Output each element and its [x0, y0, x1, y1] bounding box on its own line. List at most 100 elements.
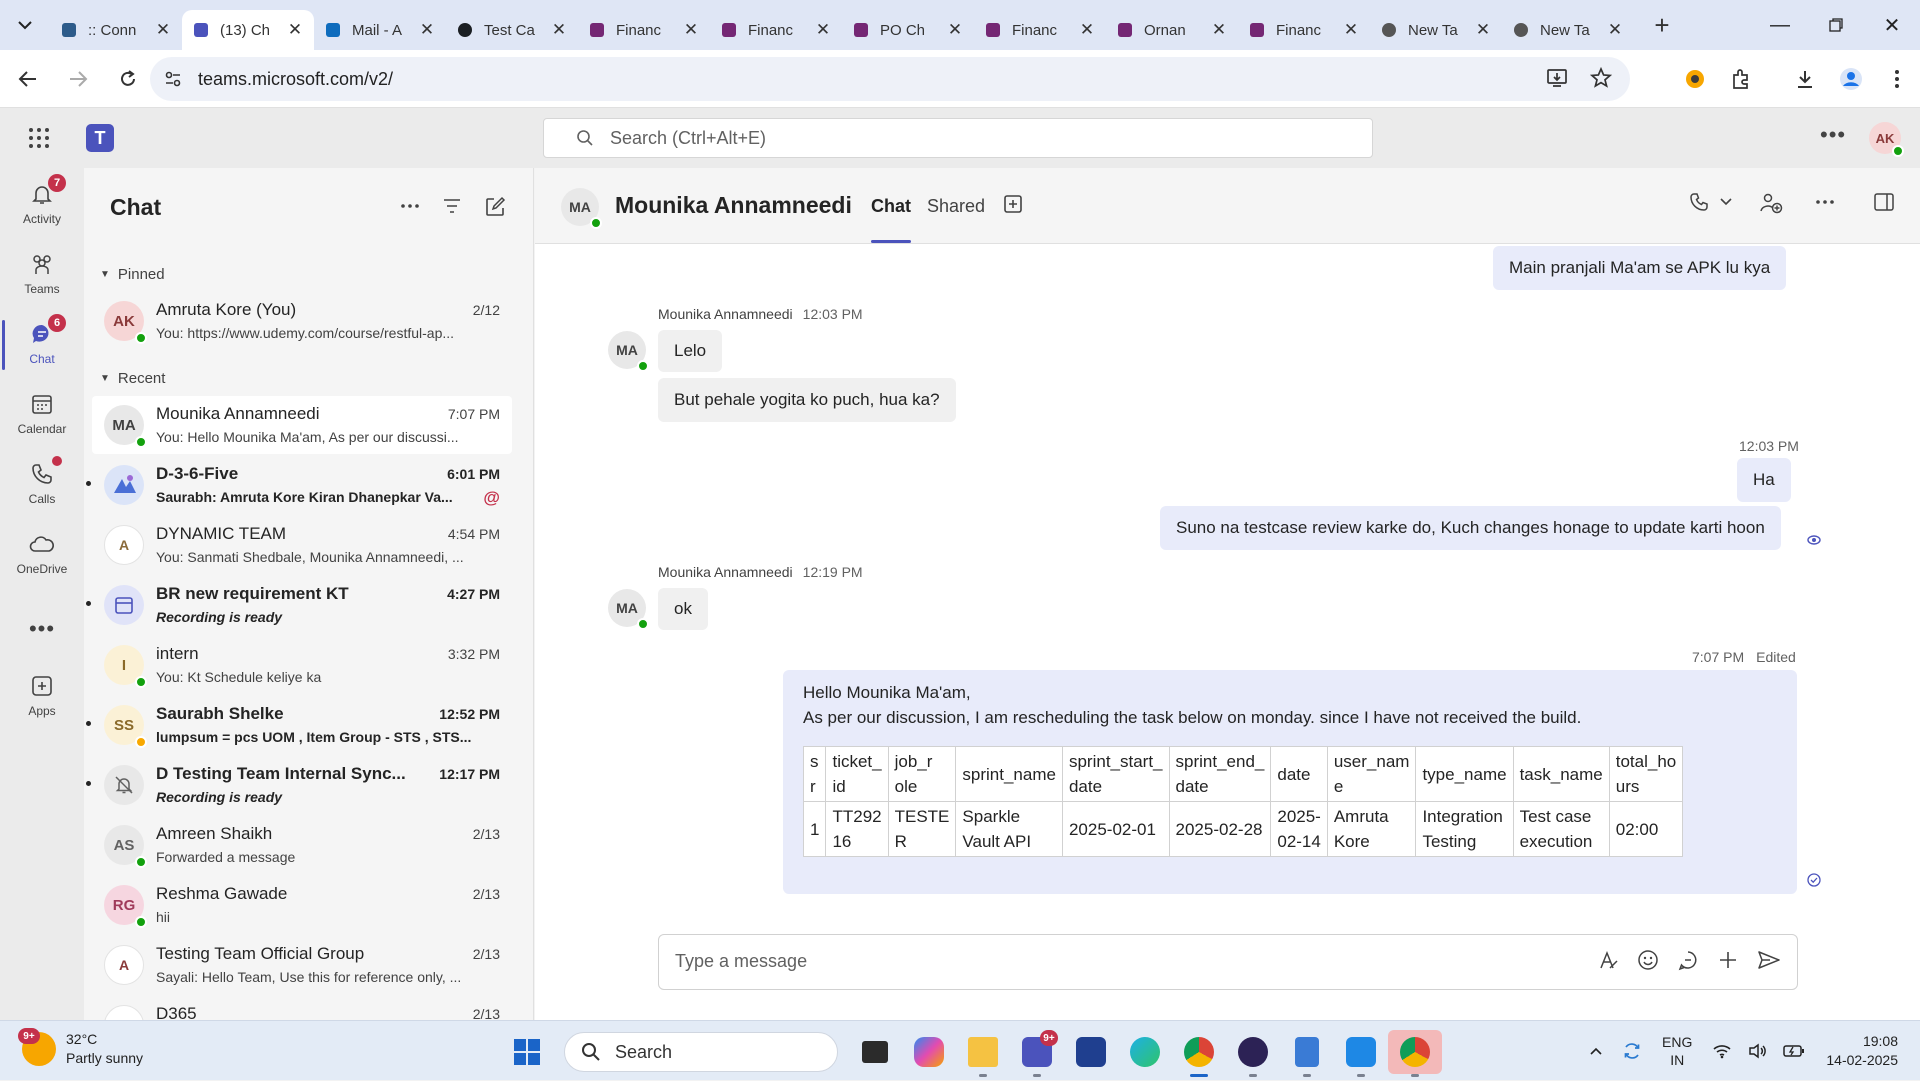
tab-chat[interactable]: Chat [871, 196, 911, 243]
forward-button[interactable] [56, 57, 100, 101]
browser-tab[interactable]: Financ ✕ [710, 10, 842, 50]
language-indicator[interactable]: ENG IN [1662, 1033, 1692, 1069]
close-tab-icon[interactable]: ✕ [1342, 20, 1360, 40]
rail-item-onedrive[interactable]: OneDrive [0, 522, 84, 588]
add-people-button[interactable] [1759, 192, 1783, 214]
rail-item-activity[interactable]: 7 Activity [0, 172, 84, 238]
chat-item-testing-sync[interactable]: D Testing Team Internal Sync... 12:17 PM… [86, 756, 512, 814]
chat-item-d365[interactable]: A D365 2/13 [92, 996, 512, 1020]
copilot-button[interactable] [902, 1030, 956, 1074]
start-button[interactable] [500, 1030, 554, 1074]
sender-avatar[interactable]: MA [608, 331, 649, 372]
pinned-section-header[interactable]: ▼ Pinned [100, 266, 165, 283]
chat-item-d365five[interactable]: D-3-6-Five 6:01 PM Saurabh: Amruta Kore … [86, 456, 512, 514]
browser-tab[interactable]: Ornan ✕ [1106, 10, 1238, 50]
browser-tab[interactable]: (13) Ch ✕ [182, 10, 314, 50]
rail-item-chat[interactable]: 6 Chat [0, 312, 84, 378]
message-outgoing-table[interactable]: Hello Mounika Ma'am, As per our discussi… [783, 670, 1797, 894]
settings-more-button[interactable]: ••• [1820, 122, 1846, 148]
plus-icon[interactable] [1717, 949, 1739, 971]
rail-item-teams[interactable]: Teams [0, 242, 84, 308]
chat-item-intern[interactable]: I intern 3:32 PM You: Kt Schedule keliye… [92, 636, 512, 694]
close-tab-icon[interactable]: ✕ [814, 20, 832, 40]
task-view-button[interactable] [848, 1030, 902, 1074]
add-tab-button[interactable] [1003, 194, 1023, 214]
message-incoming[interactable]: But pehale yogita ko puch, hua ka? [658, 378, 956, 422]
chat-item-testing-official[interactable]: A Testing Team Official Group 2/13 Sayal… [92, 936, 512, 994]
more-options-icon[interactable] [400, 196, 420, 216]
minimize-button[interactable]: — [1752, 0, 1808, 50]
chrome-button[interactable] [1172, 1030, 1226, 1077]
store-button[interactable] [1064, 1030, 1118, 1074]
format-icon[interactable] [1597, 949, 1619, 971]
chat-item-amruta[interactable]: AK Amruta Kore (You) 2/12 You: https://w… [92, 292, 512, 350]
browser-tab[interactable]: Financ ✕ [1238, 10, 1370, 50]
chat-item-amreen[interactable]: AS Amreen Shaikh 2/13 Forwarded a messag… [92, 816, 512, 874]
browser-tab[interactable]: Test Ca ✕ [446, 10, 578, 50]
notepad-button[interactable] [1280, 1030, 1334, 1077]
sync-tray-button[interactable] [1614, 1041, 1650, 1061]
omnibox[interactable]: teams.microsoft.com/v2/ [150, 57, 1630, 101]
sender-avatar[interactable]: MA [608, 589, 649, 630]
teams-taskbar-button[interactable]: 9+ [1010, 1030, 1064, 1077]
chat-item-reshma[interactable]: RG Reshma Gawade 2/13 hii [92, 876, 512, 934]
tab-search-button[interactable] [0, 0, 50, 50]
user-avatar[interactable]: AK [1869, 122, 1904, 157]
chat-item-saurabh[interactable]: SS Saurabh Shelke 12:52 PM lumpsum = pcs… [86, 696, 512, 754]
bookmark-star-icon[interactable] [1590, 67, 1612, 89]
close-tab-icon[interactable]: ✕ [1606, 20, 1624, 40]
downloads-button[interactable] [1782, 50, 1828, 108]
browser-tab[interactable]: Financ ✕ [578, 10, 710, 50]
close-tab-icon[interactable]: ✕ [286, 20, 304, 40]
chat-item-mounika[interactable]: MA Mounika Annamneedi 7:07 PM You: Hello… [92, 396, 512, 454]
restore-button[interactable] [1808, 0, 1864, 50]
show-hidden-icons-button[interactable] [1578, 1046, 1614, 1056]
volume-button[interactable] [1740, 1043, 1776, 1059]
browser-tab[interactable]: PO Ch ✕ [842, 10, 974, 50]
close-tab-icon[interactable]: ✕ [682, 20, 700, 40]
chrome-alt-button[interactable] [1388, 1030, 1442, 1077]
message-outgoing[interactable]: Main pranjali Ma'am se APK lu kya [1493, 246, 1787, 290]
recent-section-header[interactable]: ▼ Recent [100, 370, 165, 387]
new-tab-button[interactable]: + [1642, 10, 1682, 41]
rail-item-calls[interactable]: Calls [0, 452, 84, 518]
chat-item-dynamic-team[interactable]: A DYNAMIC TEAM 4:54 PM You: Sanmati Shed… [92, 516, 512, 574]
send-icon[interactable] [1757, 949, 1781, 971]
whiteboard-button[interactable] [1334, 1030, 1388, 1077]
message-outgoing[interactable]: Suno na testcase review karke do, Kuch c… [1160, 506, 1781, 550]
close-tab-icon[interactable]: ✕ [418, 20, 436, 40]
rail-item-apps[interactable]: Apps [0, 664, 84, 730]
open-side-panel-button[interactable] [1873, 192, 1895, 212]
browser-tab[interactable]: Financ ✕ [974, 10, 1106, 50]
wifi-button[interactable] [1704, 1043, 1740, 1059]
install-app-icon[interactable] [1546, 67, 1568, 89]
profile-button[interactable] [1828, 50, 1874, 108]
weather-widget[interactable]: 9+ 32°C Partly sunny [18, 1028, 143, 1068]
browser-tab[interactable]: :: Conn ✕ [50, 10, 182, 50]
eclipse-button[interactable] [1226, 1030, 1280, 1077]
message-incoming[interactable]: Lelo [658, 330, 723, 372]
tab-shared[interactable]: Shared [927, 196, 985, 217]
new-chat-icon[interactable] [484, 196, 506, 218]
close-window-button[interactable]: ✕ [1864, 0, 1920, 50]
filter-icon[interactable] [442, 196, 462, 216]
browser-tab[interactable]: New Ta ✕ [1370, 10, 1502, 50]
close-tab-icon[interactable]: ✕ [1210, 20, 1228, 40]
battery-button[interactable] [1776, 1044, 1812, 1058]
close-tab-icon[interactable]: ✕ [1474, 20, 1492, 40]
extensions-button[interactable] [1718, 50, 1764, 108]
close-tab-icon[interactable]: ✕ [1078, 20, 1096, 40]
browser-tab[interactable]: Mail - A ✕ [314, 10, 446, 50]
clock[interactable]: 19:08 14-02-2025 [1826, 1032, 1898, 1070]
message-compose-box[interactable]: Type a message [658, 934, 1798, 990]
extension-badge-button[interactable] [1672, 50, 1718, 108]
app-launcher-button[interactable] [28, 127, 50, 149]
edge-button[interactable] [1118, 1030, 1172, 1074]
taskbar-search[interactable]: Search [564, 1032, 838, 1072]
close-tab-icon[interactable]: ✕ [154, 20, 172, 40]
teams-search-input[interactable]: Search (Ctrl+Alt+E) [543, 118, 1373, 158]
loop-icon[interactable] [1677, 949, 1699, 971]
back-button[interactable] [6, 57, 50, 101]
emoji-icon[interactable] [1637, 949, 1659, 971]
message-incoming[interactable]: ok [658, 588, 708, 630]
